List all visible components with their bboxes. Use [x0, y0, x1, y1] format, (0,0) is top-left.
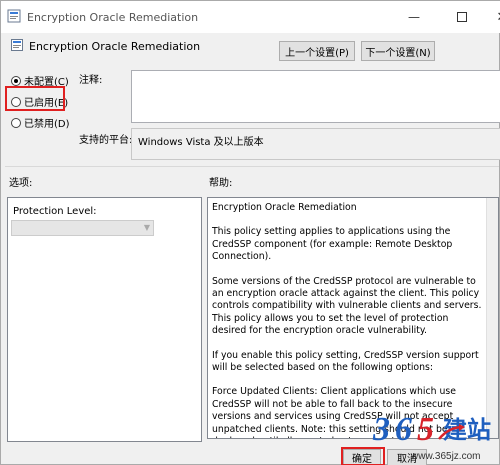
chevron-down-icon: ▼: [143, 223, 150, 232]
help-paragraph: If you enable this policy setting, CredS…: [212, 349, 479, 374]
svg-text:6: 6: [395, 411, 412, 448]
options-panel: Protection Level: ▼: [7, 197, 202, 442]
protection-level-label: Protection Level:: [13, 206, 97, 217]
help-paragraph: This policy setting applies to applicati…: [212, 226, 453, 263]
policy-title: Encryption Oracle Remediation: [29, 40, 201, 53]
options-label: 选项:: [9, 178, 33, 189]
radio-indicator: [11, 75, 21, 86]
radio-label: 已禁用(D): [24, 119, 70, 130]
close-icon: ✕: [497, 10, 500, 25]
divider: [5, 166, 499, 167]
policy-icon: [7, 9, 21, 23]
minimize-button[interactable]: —: [399, 7, 429, 27]
next-setting-button[interactable]: 下一个设置(N): [361, 41, 435, 61]
close-button[interactable]: ✕: [487, 7, 500, 27]
comment-textarea[interactable]: [131, 70, 500, 123]
supported-platform-value: Windows Vista 及以上版本: [131, 128, 500, 160]
minimize-icon: —: [408, 10, 420, 24]
watermark-logo: 3 6 5 建站: [372, 411, 491, 448]
protection-level-dropdown[interactable]: ▼: [11, 220, 154, 236]
svg-text:3: 3: [372, 411, 390, 448]
radio-indicator: [11, 117, 21, 128]
policy-dialog: Encryption Oracle Remediation — ✕ Encryp…: [0, 0, 500, 465]
supported-platform-label: 支持的平台:: [79, 135, 133, 146]
red-arrow-icon: [438, 424, 465, 440]
help-scrollbar[interactable]: [486, 198, 498, 438]
help-label: 帮助:: [209, 178, 233, 189]
setting-icon: [11, 39, 23, 51]
comment-label: 注释:: [79, 75, 103, 86]
radio-disabled[interactable]: 已禁用(D): [11, 115, 70, 130]
svg-text:5: 5: [417, 411, 434, 448]
window-title: Encryption Oracle Remediation: [27, 11, 199, 24]
title-bar: Encryption Oracle Remediation — ✕: [1, 1, 500, 33]
help-paragraph: Encryption Oracle Remediation: [212, 202, 357, 213]
help-text: Encryption Oracle Remediation This polic…: [212, 202, 484, 438]
previous-setting-button[interactable]: 上一个设置(P): [279, 41, 355, 61]
highlight-box-enabled: [5, 86, 65, 111]
maximize-button[interactable]: [447, 7, 477, 27]
help-paragraph: Some versions of the CredSSP protocol ar…: [212, 275, 482, 337]
help-panel: Encryption Oracle Remediation This polic…: [207, 197, 499, 439]
watermark-url: www.365jz.com: [411, 451, 481, 462]
maximize-icon: [457, 12, 467, 22]
highlight-box-ok: [341, 447, 385, 465]
